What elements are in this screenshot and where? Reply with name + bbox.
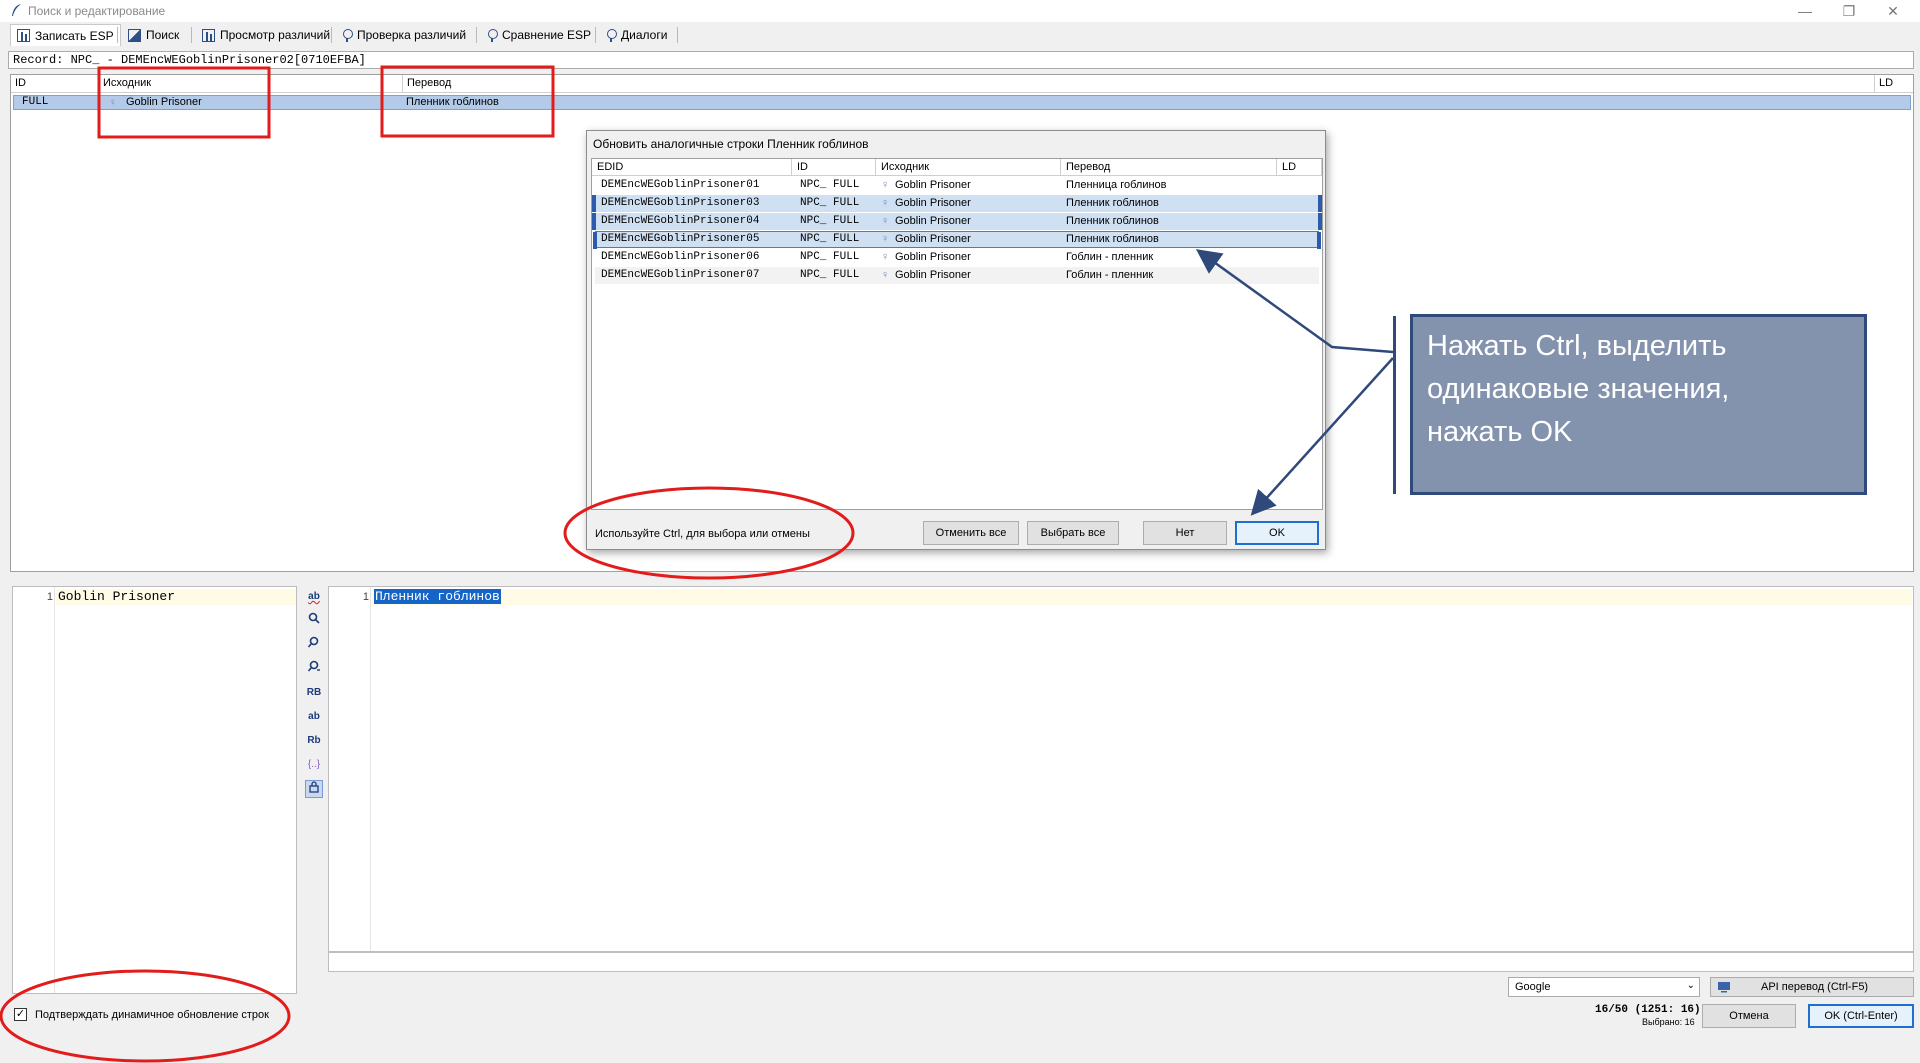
highlight-hint-ellipse (563, 486, 855, 580)
highlight-source-box (97, 66, 271, 139)
arrow-to-ok (1250, 357, 1394, 516)
highlight-translation-box (380, 65, 555, 138)
highlight-checkbox-ellipse (0, 969, 291, 1063)
annotation-overlay (0, 65, 1394, 1063)
arrow-to-rows (1195, 249, 1394, 354)
